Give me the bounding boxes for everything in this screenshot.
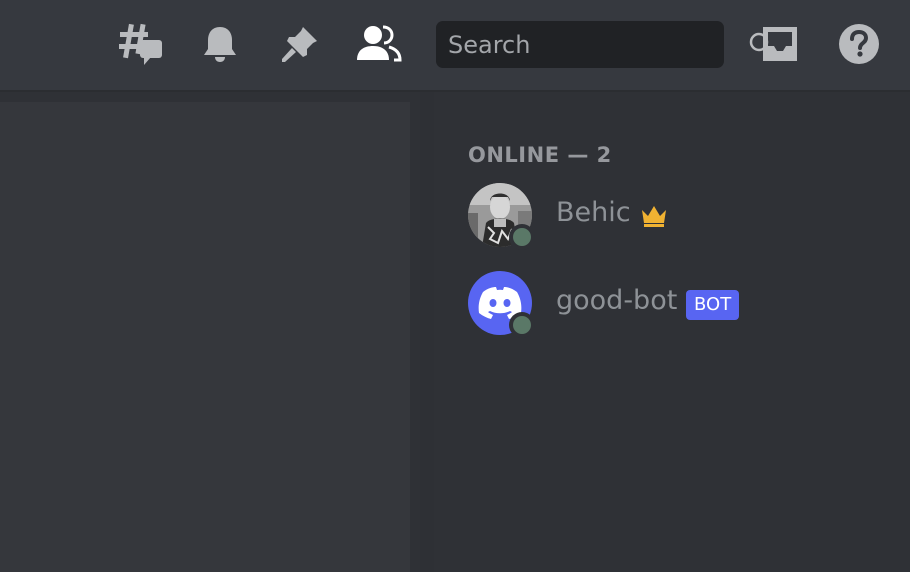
member-list-item-good-bot[interactable]: good-bot BOT bbox=[468, 271, 888, 338]
bot-tag: BOT bbox=[686, 290, 740, 320]
member-list: ONLINE — 2 Behic good-bot BOT bbox=[434, 92, 910, 572]
inbox-icon bbox=[760, 24, 800, 64]
help-icon bbox=[837, 22, 881, 66]
threads-icon bbox=[118, 22, 164, 66]
panel-divider bbox=[420, 92, 434, 572]
members-icon bbox=[356, 24, 402, 64]
member-name: good-bot bbox=[556, 285, 678, 316]
help-button[interactable] bbox=[837, 22, 881, 66]
member-name: Behic bbox=[556, 197, 631, 228]
pin-icon bbox=[279, 23, 321, 65]
pinned-messages-button[interactable] bbox=[278, 22, 322, 66]
member-section-header: ONLINE — 2 bbox=[468, 143, 612, 167]
message-panel bbox=[0, 102, 410, 572]
online-status-indicator bbox=[509, 312, 535, 338]
search-bar[interactable] bbox=[436, 21, 775, 68]
notification-button[interactable] bbox=[198, 22, 242, 66]
chat-area bbox=[0, 92, 420, 572]
member-list-item-behic[interactable]: Behic bbox=[468, 183, 888, 250]
online-status-indicator bbox=[509, 224, 535, 250]
search-input[interactable] bbox=[436, 21, 748, 68]
app-window: ONLINE — 2 Behic bbox=[0, 0, 910, 572]
crown-icon bbox=[640, 203, 668, 229]
channel-header bbox=[0, 0, 910, 92]
inbox-button[interactable] bbox=[758, 22, 802, 66]
member-list-button[interactable] bbox=[356, 22, 402, 66]
bell-icon bbox=[200, 24, 240, 64]
threads-button[interactable] bbox=[119, 22, 163, 66]
